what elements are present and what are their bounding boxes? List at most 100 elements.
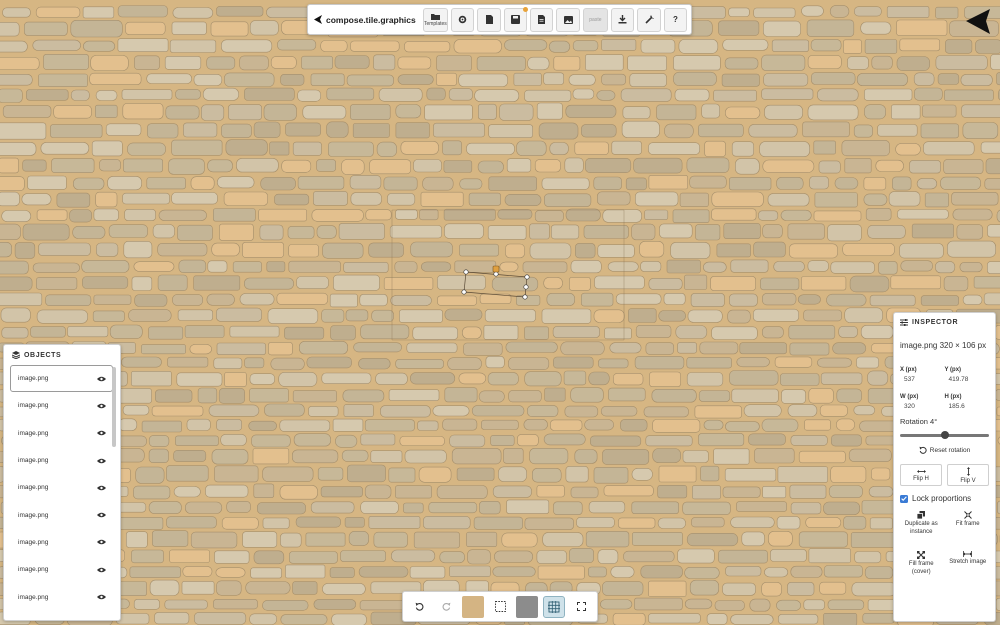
- help-button[interactable]: ?: [663, 7, 688, 32]
- object-name: image.png: [18, 429, 49, 437]
- logo-icon: [314, 15, 322, 24]
- gear-icon: [458, 15, 467, 24]
- object-name: image.png: [18, 538, 49, 546]
- flip-h-button[interactable]: Flip H: [900, 464, 942, 486]
- brand-name: compose.tile.graphics: [326, 14, 416, 25]
- y-field[interactable]: 419.78: [945, 376, 990, 383]
- add-image-button[interactable]: [556, 7, 580, 32]
- image-actions: Duplicate as instance Fit frame Fill fra…: [900, 511, 989, 585]
- frame-outline-button[interactable]: [489, 596, 511, 618]
- fill-frame-cover-button[interactable]: Fill frame (cover): [900, 551, 943, 585]
- reset-rotation-button[interactable]: Reset rotation: [900, 446, 989, 454]
- grid-icon: [548, 600, 560, 613]
- stretch-horizontal-icon: [963, 551, 973, 557]
- unsaved-indicator: [523, 6, 529, 12]
- paste-button[interactable]: paste: [582, 7, 609, 32]
- duplicate-as-instance-button[interactable]: Duplicate as instance: [900, 511, 943, 545]
- lock-proportions-label: Lock proportions: [912, 494, 972, 503]
- download-icon: [618, 15, 627, 24]
- list-item[interactable]: image.png: [10, 583, 113, 610]
- list-item[interactable]: image.png: [10, 392, 113, 419]
- flip-v-button[interactable]: Flip V: [947, 464, 989, 486]
- templates-label: Templates: [423, 20, 447, 27]
- list-item[interactable]: image.png: [10, 501, 113, 528]
- eye-icon[interactable]: [97, 485, 106, 491]
- eye-icon[interactable]: [97, 567, 106, 573]
- x-field[interactable]: 537: [900, 376, 945, 383]
- rotate-handle[interactable]: [492, 265, 500, 273]
- list-item[interactable]: image.png: [10, 420, 113, 447]
- resize-handle-nw[interactable]: [463, 269, 469, 275]
- eye-icon[interactable]: [97, 539, 106, 545]
- list-item[interactable]: image.png: [10, 556, 113, 583]
- flip-h-label: Flip H: [913, 475, 929, 482]
- fullscreen-button[interactable]: [570, 596, 592, 618]
- inspector-title: INSPECTOR: [912, 319, 959, 326]
- fill-color-swatch[interactable]: [462, 595, 484, 618]
- save-button[interactable]: [503, 6, 529, 32]
- rotation-thumb[interactable]: [940, 431, 949, 439]
- eye-icon[interactable]: [97, 594, 106, 600]
- object-name: image.png: [18, 457, 49, 465]
- checkmark-icon: [901, 496, 907, 501]
- object-name: image.png: [18, 484, 49, 492]
- inspector-header: INSPECTOR: [900, 319, 989, 326]
- objects-header: OBJECTS: [4, 345, 120, 365]
- resize-handle-se[interactable]: [522, 294, 528, 300]
- reset-rotation-label: Reset rotation: [929, 446, 971, 454]
- eye-icon[interactable]: [97, 403, 106, 409]
- fullscreen-icon: [576, 602, 586, 611]
- flip-v-label: Flip V: [960, 477, 976, 484]
- stretch-image-button[interactable]: Stretch image: [947, 551, 990, 585]
- h-field[interactable]: 185.6: [945, 403, 990, 410]
- redo-button[interactable]: [435, 596, 457, 618]
- file-info: image.png 320 × 106 px: [900, 341, 987, 350]
- fill-frame-cover-label: Fill frame (cover): [908, 561, 934, 575]
- new-file-button[interactable]: [477, 7, 501, 32]
- resize-handle-ne[interactable]: [524, 274, 530, 280]
- lock-proportions-checkbox[interactable]: [900, 494, 908, 503]
- bottom-toolbar: [402, 591, 598, 622]
- eye-icon[interactable]: [97, 458, 106, 464]
- eye-icon[interactable]: [97, 376, 106, 382]
- resize-handle-sw[interactable]: [461, 289, 467, 295]
- lock-proportions-row[interactable]: Lock proportions: [900, 494, 989, 503]
- list-item[interactable]: image.png: [10, 529, 113, 556]
- gray-color-swatch[interactable]: [516, 595, 538, 618]
- object-name: image.png: [18, 593, 49, 601]
- export-file-button[interactable]: [530, 7, 554, 32]
- list-item[interactable]: image.png: [10, 474, 113, 501]
- image-icon: [563, 15, 573, 24]
- resize-handle-e[interactable]: [523, 284, 529, 290]
- eye-icon[interactable]: [97, 430, 106, 436]
- position-size-grid: X (px) Y (px) 537 419.78 W (px) H (px) 3…: [900, 367, 989, 410]
- h-label: H (px): [944, 394, 962, 400]
- undo-button[interactable]: [408, 596, 430, 618]
- list-item[interactable]: image.png: [10, 447, 113, 474]
- brand[interactable]: compose.tile.graphics: [312, 5, 420, 34]
- list-item[interactable]: image.png: [10, 365, 113, 393]
- templates-button[interactable]: Templates: [422, 7, 449, 32]
- magic-wand-button[interactable]: [637, 7, 661, 32]
- fit-frame-label: Fit frame: [955, 521, 980, 527]
- flip-row: Flip H Flip V: [900, 464, 989, 486]
- grid-toggle-button[interactable]: [543, 595, 565, 618]
- object-list: image.png image.png image.png image.png …: [10, 365, 113, 611]
- copy-icon: [917, 511, 926, 519]
- compress-icon: [963, 511, 972, 519]
- folder-icon: [430, 13, 440, 20]
- objects-title: OBJECTS: [24, 351, 62, 359]
- objects-panel: OBJECTS image.png image.png image.png im…: [3, 344, 121, 621]
- settings-button[interactable]: [451, 7, 475, 32]
- tile-canvas[interactable]: [0, 0, 1000, 625]
- inspector-panel: INSPECTOR image.png 320 × 106 px X (px) …: [893, 312, 996, 622]
- dashed-frame-icon: [494, 601, 506, 612]
- w-field[interactable]: 320: [900, 403, 945, 410]
- download-button[interactable]: [611, 7, 635, 32]
- resize-handle-n[interactable]: [493, 271, 499, 277]
- objects-scrollbar[interactable]: [112, 367, 116, 447]
- x-label: X (px): [900, 367, 917, 373]
- fit-frame-button[interactable]: Fit frame: [947, 511, 990, 545]
- rotation-slider[interactable]: [900, 431, 989, 439]
- eye-icon[interactable]: [97, 512, 106, 518]
